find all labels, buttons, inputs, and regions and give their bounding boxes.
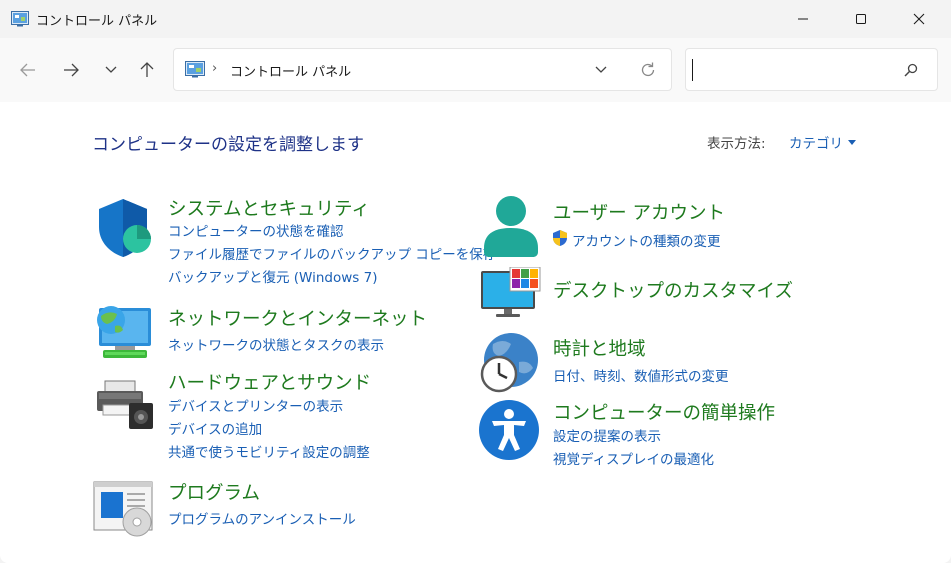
link-file-history-backup[interactable]: ファイル履歴でファイルのバックアップ コピーを保存 <box>168 243 496 263</box>
link-optimize-display[interactable]: 視覚ディスプレイの最適化 <box>553 448 714 468</box>
link-backup-restore[interactable]: バックアップと復元 (Windows 7) <box>168 266 377 286</box>
navigation-bar: › コントロール パネル <box>0 38 951 102</box>
recent-locations-button[interactable] <box>97 58 125 82</box>
arrow-right-icon <box>64 63 79 77</box>
clock-globe-icon[interactable] <box>479 332 541 394</box>
view-by-value: カテゴリ <box>789 136 843 152</box>
link-change-account-type[interactable]: アカウントの種類の変更 <box>572 230 721 250</box>
link-devices-printers[interactable]: デバイスとプリンターの表示 <box>168 395 343 415</box>
title-bar: コントロール パネル <box>0 0 951 38</box>
page-title: コンピューターの設定を調整します <box>92 135 364 155</box>
link-mobility-settings[interactable]: 共通で使うモビリティ設定の調整 <box>168 441 370 461</box>
link-check-computer-status[interactable]: コンピューターの状態を確認 <box>168 220 344 240</box>
link-network-status[interactable]: ネットワークの状態とタスクの表示 <box>168 334 384 354</box>
maximize-button[interactable] <box>832 0 890 38</box>
category-ease-of-access[interactable]: コンピューターの簡単操作 <box>553 399 775 425</box>
category-programs[interactable]: プログラム <box>168 479 260 505</box>
category-clock-region[interactable]: 時計と地域 <box>553 335 646 361</box>
printer-icon[interactable] <box>95 379 155 431</box>
view-by-dropdown[interactable]: カテゴリ <box>789 132 856 152</box>
category-system-security[interactable]: システムとセキュリティ <box>168 195 370 221</box>
search-icon <box>904 63 918 77</box>
address-bar[interactable]: › コントロール パネル <box>173 48 672 91</box>
user-accounts-icon[interactable] <box>482 194 540 258</box>
link-add-device[interactable]: デバイスの追加 <box>168 418 262 438</box>
programs-icon[interactable] <box>93 480 155 538</box>
control-panel-icon <box>185 61 205 78</box>
shield-icon[interactable] <box>95 197 155 259</box>
breadcrumb-separator: › <box>212 61 218 76</box>
back-button[interactable] <box>14 58 42 82</box>
chevron-down-icon <box>595 66 607 73</box>
forward-button[interactable] <box>57 58 85 82</box>
caret-down-icon <box>848 139 856 145</box>
breadcrumb-control-panel[interactable]: コントロール パネル <box>230 61 351 80</box>
link-uninstall-program[interactable]: プログラムのアンインストール <box>168 508 356 528</box>
arrow-left-icon <box>20 63 35 77</box>
category-appearance[interactable]: デスクトップのカスタマイズ <box>553 277 793 303</box>
refresh-icon <box>641 62 655 77</box>
refresh-button[interactable] <box>636 59 660 81</box>
desktop-customize-icon[interactable] <box>480 267 542 319</box>
up-button[interactable] <box>133 58 161 82</box>
view-by-label: 表示方法: <box>707 136 766 152</box>
window-title: コントロール パネル <box>36 14 158 29</box>
minimize-button[interactable] <box>774 0 832 38</box>
search-box[interactable] <box>685 48 938 91</box>
maximize-icon <box>856 14 866 24</box>
minimize-icon <box>798 18 808 20</box>
address-dropdown-button[interactable] <box>589 59 613 81</box>
control-panel-icon <box>11 11 29 27</box>
arrow-up-icon <box>140 62 154 77</box>
chevron-down-icon <box>105 66 117 73</box>
search-input[interactable] <box>692 59 892 81</box>
close-icon <box>913 13 925 25</box>
content-area: コンピューターの設定を調整します 表示方法: カテゴリ システムとセキュリティ … <box>0 102 951 563</box>
network-globe-icon[interactable] <box>95 302 155 360</box>
category-network-internet[interactable]: ネットワークとインターネット <box>168 305 427 331</box>
link-date-time-format[interactable]: 日付、時刻、数値形式の変更 <box>553 365 729 385</box>
category-user-accounts[interactable]: ユーザー アカウント <box>553 199 725 225</box>
uac-shield-icon <box>553 230 567 246</box>
accessibility-icon[interactable] <box>478 399 540 461</box>
link-suggested-settings[interactable]: 設定の提案の表示 <box>553 425 661 445</box>
close-button[interactable] <box>890 0 948 38</box>
search-button[interactable] <box>902 61 920 79</box>
category-hardware-sound[interactable]: ハードウェアとサウンド <box>168 369 371 395</box>
